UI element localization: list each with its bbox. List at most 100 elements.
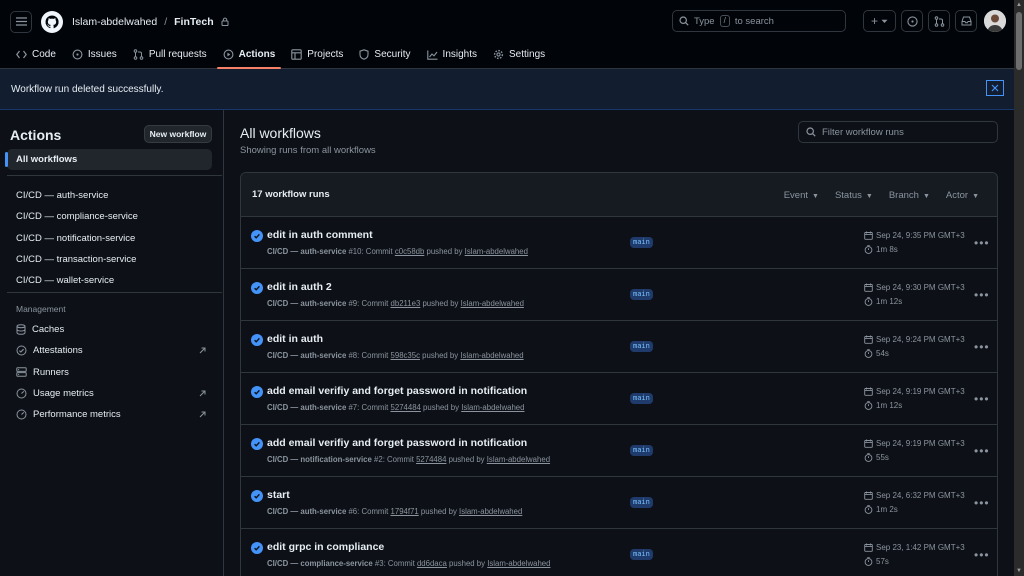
flash-close-button[interactable]: [986, 80, 1004, 96]
branch-label[interactable]: main: [630, 393, 653, 404]
issues-button[interactable]: [901, 10, 923, 32]
scrollbar-thumb[interactable]: [1016, 12, 1022, 70]
run-meta: CI/CD — notification-service #2: Commit …: [267, 455, 550, 464]
run-duration: 54s: [864, 349, 889, 358]
sidebar-item-workflow[interactable]: CI/CD — notification-service: [16, 228, 138, 249]
tab-projects[interactable]: Projects: [283, 40, 351, 69]
calendar-icon: [864, 543, 873, 552]
sidebar-item-all-workflows[interactable]: All workflows: [5, 149, 212, 170]
sidebar-item-performance-metrics[interactable]: Performance metrics: [16, 404, 212, 425]
workflow-run-row[interactable]: add email verifiy and forget password in…: [241, 425, 997, 477]
create-new-button[interactable]: +: [863, 10, 896, 32]
run-options-kebab-icon[interactable]: •••: [974, 444, 990, 458]
chevron-down-icon: ▼: [865, 192, 873, 200]
issue-icon: [72, 49, 83, 60]
run-title-link[interactable]: add email verifiy and forget password in…: [267, 437, 527, 449]
repo-owner-link[interactable]: Islam-abdelwahed: [72, 16, 157, 28]
search-icon: [806, 127, 816, 137]
page-subtitle: Showing runs from all workflows: [240, 145, 376, 156]
run-date-text: Sep 23, 1:42 PM GMT+3: [876, 543, 965, 552]
workflow-run-row[interactable]: edit in auth 2 CI/CD — auth-service #9: …: [241, 269, 997, 321]
run-title-link[interactable]: edit in auth: [267, 333, 323, 345]
sidebar-item-workflow[interactable]: CI/CD — wallet-service: [16, 270, 138, 291]
repo-name-link[interactable]: FinTech: [174, 16, 213, 28]
user-avatar[interactable]: [984, 10, 1006, 32]
filter-label: Branch: [888, 189, 919, 201]
actor-link[interactable]: Islam-abdelwahed: [461, 299, 524, 308]
run-options-kebab-icon[interactable]: •••: [974, 392, 990, 406]
new-workflow-button[interactable]: New workflow: [144, 125, 212, 143]
tab-issues[interactable]: Issues: [64, 40, 125, 69]
run-options-kebab-icon[interactable]: •••: [974, 236, 990, 250]
tab-pull-requests[interactable]: Pull requests: [125, 40, 215, 69]
actor-link[interactable]: Islam-abdelwahed: [487, 559, 550, 568]
github-logo-icon[interactable]: [41, 10, 63, 33]
filter-event-dropdown[interactable]: Event ▼: [784, 190, 819, 201]
commit-sha-link[interactable]: dd6daca: [417, 559, 447, 568]
commit-sha-link[interactable]: 5274484: [391, 403, 421, 412]
run-options-kebab-icon[interactable]: •••: [974, 340, 990, 354]
branch-label[interactable]: main: [630, 445, 653, 456]
inbox-button[interactable]: [955, 10, 977, 32]
filter-workflow-runs-input[interactable]: Filter workflow runs: [798, 121, 998, 143]
workflow-run-row[interactable]: edit grpc in compliance CI/CD — complian…: [241, 529, 997, 576]
sidebar-item-caches[interactable]: Caches: [16, 319, 212, 340]
workflow-list: CI/CD — auth-service CI/CD — compliance-…: [16, 185, 138, 291]
actor-link[interactable]: Islam-abdelwahed: [459, 507, 522, 516]
run-date: Sep 24, 9:24 PM GMT+3: [864, 335, 965, 344]
run-title-link[interactable]: add email verifiy and forget password in…: [267, 385, 527, 397]
menu-button[interactable]: [10, 10, 32, 33]
commit-sha-link[interactable]: 5274484: [416, 455, 446, 464]
runs-filters: Event ▼ Status ▼ Branch ▼ Actor ▼: [784, 173, 979, 217]
sidebar-item-workflow[interactable]: CI/CD — compliance-service: [16, 206, 138, 227]
tab-actions[interactable]: Actions: [215, 40, 284, 69]
scroll-up-arrow-icon[interactable]: ▲: [1016, 2, 1022, 8]
global-search-input[interactable]: Type / to search: [672, 10, 846, 32]
actor-link[interactable]: Islam-abdelwahed: [460, 351, 523, 360]
branch-label[interactable]: main: [630, 549, 653, 560]
run-options-kebab-icon[interactable]: •••: [974, 288, 990, 302]
pushed-by-text: pushed by: [426, 247, 463, 256]
branch-label[interactable]: main: [630, 289, 653, 300]
chevron-down-icon: ▼: [922, 192, 930, 200]
run-options-kebab-icon[interactable]: •••: [974, 496, 990, 510]
tab-security[interactable]: Security: [351, 40, 418, 69]
tab-settings[interactable]: Settings: [485, 40, 553, 69]
workflow-run-row[interactable]: edit in auth CI/CD — auth-service #8: Co…: [241, 321, 997, 373]
branch-label[interactable]: main: [630, 341, 653, 352]
run-workflow-name: CI/CD — auth-service: [267, 507, 347, 516]
workflow-run-row[interactable]: edit in auth comment CI/CD — auth-servic…: [241, 217, 997, 269]
sidebar-divider: [7, 175, 222, 176]
scroll-down-arrow-icon[interactable]: ▼: [1016, 568, 1022, 574]
external-link-icon: [199, 390, 206, 397]
run-options-kebab-icon[interactable]: •••: [974, 548, 990, 562]
commit-sha-link[interactable]: 598c35c: [391, 351, 420, 360]
actor-link[interactable]: Islam-abdelwahed: [487, 455, 550, 464]
branch-label[interactable]: main: [630, 497, 653, 508]
run-title-link[interactable]: edit grpc in compliance: [267, 541, 384, 553]
run-title-link[interactable]: edit in auth comment: [267, 229, 373, 241]
workflow-run-row[interactable]: add email verifiy and forget password in…: [241, 373, 997, 425]
sidebar-item-workflow[interactable]: CI/CD — auth-service: [16, 185, 138, 206]
sidebar-item-usage-metrics[interactable]: Usage metrics: [16, 383, 212, 404]
filter-status-dropdown[interactable]: Status ▼: [835, 190, 873, 201]
sidebar-item-attestations[interactable]: Attestations: [16, 340, 212, 361]
commit-sha-link[interactable]: c0c58db: [395, 247, 424, 256]
page-scrollbar[interactable]: ▲ ▼: [1014, 0, 1024, 576]
commit-sha-link[interactable]: 1794f71: [391, 507, 419, 516]
run-title-link[interactable]: edit in auth 2: [267, 281, 332, 293]
tab-code[interactable]: Code: [8, 40, 64, 69]
chevron-down-icon: ▼: [972, 192, 979, 200]
run-title-link[interactable]: start: [267, 489, 290, 501]
commit-sha-link[interactable]: db211e3: [391, 299, 421, 308]
actor-link[interactable]: Islam-abdelwahed: [461, 403, 524, 412]
branch-label[interactable]: main: [630, 237, 653, 248]
sidebar-item-workflow[interactable]: CI/CD — transaction-service: [16, 249, 138, 270]
pull-requests-button[interactable]: [928, 10, 950, 32]
tab-insights[interactable]: Insights: [419, 40, 485, 69]
filter-actor-dropdown[interactable]: Actor ▼: [946, 190, 979, 201]
filter-branch-dropdown[interactable]: Branch ▼: [889, 190, 930, 201]
workflow-run-row[interactable]: start CI/CD — auth-service #6: Commit 17…: [241, 477, 997, 529]
sidebar-item-runners[interactable]: Runners: [16, 362, 212, 383]
actor-link[interactable]: Islam-abdelwahed: [465, 247, 528, 256]
